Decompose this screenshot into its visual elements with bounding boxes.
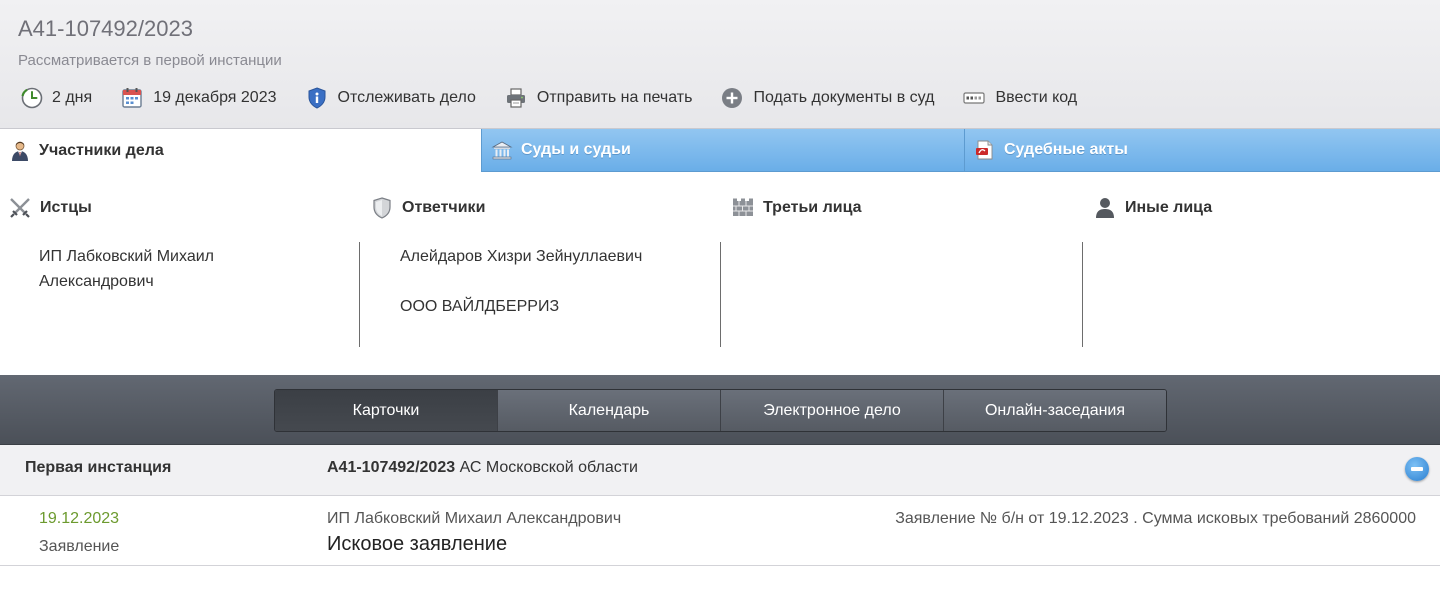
defendants-title: Ответчики	[402, 199, 486, 216]
track-case-label: Отслеживать дело	[337, 89, 476, 106]
pdf-document-icon	[974, 139, 996, 161]
case-status: Рассматривается в первой инстанции	[18, 52, 282, 69]
plaintiff-item[interactable]: ИП Лабковский Михаил Александрович	[39, 244, 279, 294]
nav-calendar-button[interactable]: Календарь	[497, 390, 720, 431]
tab-courts-judges-label: Суды и судьи	[521, 141, 631, 158]
print-label: Отправить на печать	[536, 89, 693, 106]
tab-participants-label: Участники дела	[39, 142, 164, 159]
third-parties-column: Третьи лица	[723, 172, 1085, 375]
plaintiffs-list: ИП Лабковский Михаил Александрович	[0, 242, 360, 347]
instance-title: Первая инстанция	[25, 459, 172, 476]
defendants-column: Ответчики Алейдаров Хизри Зейнуллаевич О…	[362, 172, 724, 375]
defendant-item[interactable]: ООО ВАЙЛДБЕРРИЗ	[400, 294, 700, 319]
third-parties-title: Третьи лица	[763, 199, 862, 216]
submit-documents-action[interactable]: Подать документы в суд	[720, 86, 934, 110]
days-remaining-label: 2 дня	[52, 89, 93, 106]
nav-cards-button[interactable]: Карточки	[275, 390, 497, 431]
row-party: ИП Лабковский Михаил Александрович	[327, 510, 622, 527]
others-title: Иные лица	[1125, 199, 1213, 216]
hearing-date-label: 19 декабря 2023	[153, 89, 277, 106]
calendar-icon	[120, 86, 144, 110]
others-column: Иные лица	[1085, 172, 1440, 375]
person-silhouette-icon	[1093, 196, 1117, 220]
instance-case: А41-107492/2023 АС Московской области	[327, 459, 638, 477]
person-icon	[9, 140, 31, 162]
row-document[interactable]: Исковое заявление	[327, 533, 507, 556]
shield-info-icon	[305, 86, 329, 110]
instance-header: Первая инстанция А41-107492/2023 АС Моск…	[0, 445, 1440, 496]
enter-code-action[interactable]: Ввести код	[962, 86, 1077, 110]
tab-participants[interactable]: Участники дела	[0, 129, 481, 172]
tab-courts-judges[interactable]: Суды и судьи	[481, 129, 964, 172]
hearing-date-action[interactable]: 19 декабря 2023	[120, 86, 277, 110]
defendants-list: Алейдаров Хизри Зейнуллаевич ООО ВАЙЛДБЕ…	[362, 242, 721, 347]
participants-panel: Истцы ИП Лабковский Михаил Александрович…	[0, 172, 1440, 375]
plaintiffs-column: Истцы ИП Лабковский Михаил Александрович	[0, 172, 362, 375]
print-action[interactable]: Отправить на печать	[504, 86, 693, 110]
shield-icon	[370, 196, 394, 220]
nav-online-hearings-button[interactable]: Онлайн-заседания	[943, 390, 1166, 431]
case-view-switcher: Карточки Календарь Электронное дело Онла…	[274, 389, 1167, 432]
wall-icon	[731, 196, 755, 220]
printer-icon	[504, 86, 528, 110]
clock-icon	[20, 86, 44, 110]
case-actions-toolbar: 2 дня 19 декабря 2023 Отслеживать дело О…	[20, 86, 1105, 110]
defendant-item[interactable]: Алейдаров Хизри Зейнуллаевич	[400, 244, 700, 269]
plus-circle-icon	[720, 86, 744, 110]
case-header: А41-107492/2023 Рассматривается в первой…	[0, 0, 1440, 129]
others-list	[1085, 242, 1440, 347]
row-date[interactable]: 19.12.2023	[39, 510, 119, 528]
row-description: Заявление № б/н от 19.12.2023 . Сумма ис…	[895, 510, 1416, 527]
courthouse-icon	[491, 139, 513, 161]
instance-case-number[interactable]: А41-107492/2023	[327, 459, 455, 476]
code-card-icon	[962, 86, 986, 110]
case-view-navbar: Карточки Календарь Электронное дело Онла…	[0, 375, 1440, 445]
row-type: Заявление	[39, 538, 120, 555]
plaintiffs-header: Истцы	[8, 196, 92, 220]
third-parties-list	[723, 242, 1083, 347]
submit-documents-label: Подать документы в суд	[753, 89, 935, 106]
others-header: Иные лица	[1093, 196, 1212, 220]
tab-court-acts-label: Судебные акты	[1004, 141, 1128, 158]
days-remaining-action[interactable]: 2 дня	[20, 86, 92, 110]
nav-electronic-case-button[interactable]: Электронное дело	[720, 390, 943, 431]
collapse-instance-button[interactable]	[1405, 457, 1429, 481]
defendants-header: Ответчики	[370, 196, 485, 220]
plaintiffs-title: Истцы	[40, 199, 92, 216]
instance-court: АС Московской области	[459, 459, 638, 476]
crossed-swords-icon	[8, 196, 32, 220]
third-parties-header: Третьи лица	[731, 196, 862, 220]
track-case-action[interactable]: Отслеживать дело	[305, 86, 476, 110]
tab-court-acts[interactable]: Судебные акты	[964, 129, 1440, 172]
enter-code-label: Ввести код	[995, 89, 1078, 106]
case-tabs: Участники дела Суды и судьи Судебные акт…	[0, 129, 1440, 172]
table-row: 19.12.2023 Заявление ИП Лабковский Михаи…	[0, 496, 1440, 566]
case-number: А41-107492/2023	[18, 16, 193, 41]
